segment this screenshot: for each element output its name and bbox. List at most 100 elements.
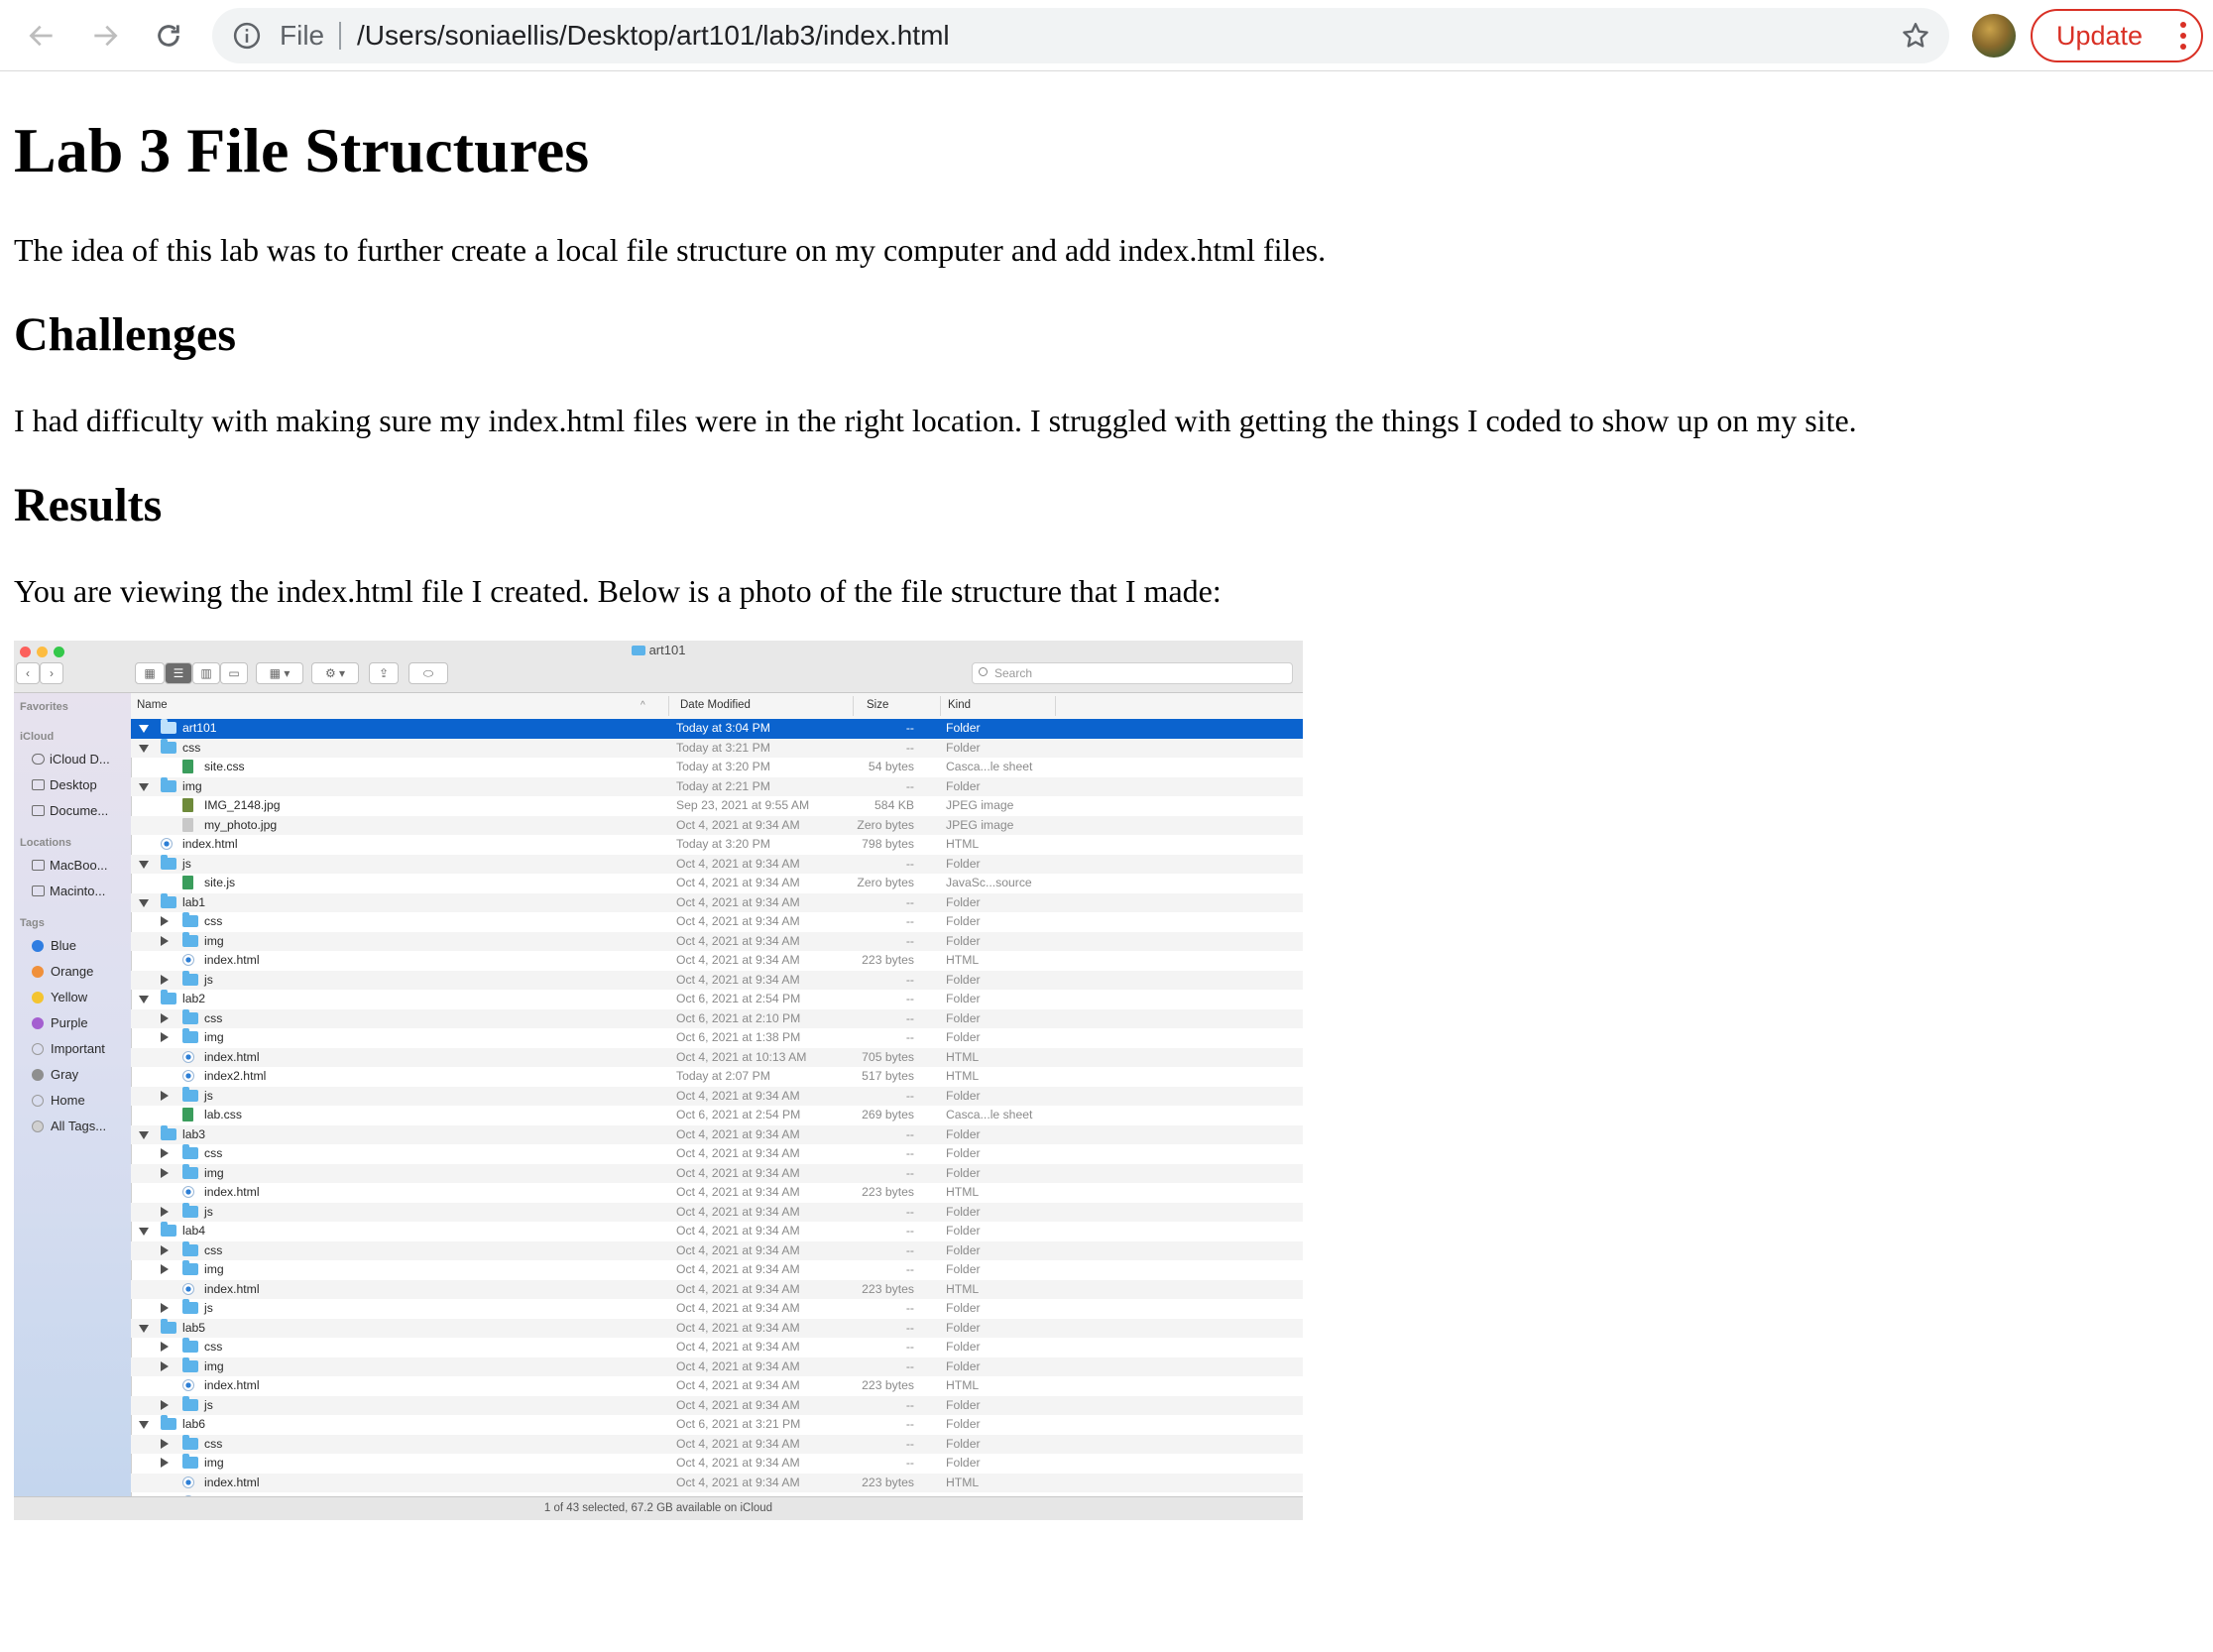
folder-icon: [182, 1163, 198, 1179]
row-name: img: [204, 1358, 224, 1373]
disclosure-open-icon: [139, 860, 149, 869]
row-size: 798 bytes: [862, 837, 914, 851]
table-row: css Oct 4, 2021 at 9:34 AM -- Folder: [131, 912, 1303, 932]
js-file-icon: [182, 876, 193, 889]
row-name: index.html: [204, 953, 260, 967]
folder-icon: [182, 1434, 198, 1450]
disclosure-open-icon: [139, 1228, 149, 1236]
row-size: --: [905, 1165, 914, 1180]
table-row: css Today at 3:21 PM -- Folder: [131, 738, 1303, 758]
row-size: --: [905, 721, 914, 735]
row-date-modified: Oct 4, 2021 at 9:34 AM: [676, 1165, 800, 1180]
info-icon[interactable]: [232, 21, 262, 51]
folder-icon: [161, 1415, 176, 1430]
folder-icon: [182, 970, 198, 986]
row-kind: Folder: [946, 1358, 981, 1373]
row-kind: HTML: [946, 1281, 980, 1296]
row-date-modified: Oct 6, 2021 at 3:21 PM: [676, 1417, 801, 1431]
tag-dot-icon: [32, 1016, 44, 1029]
profile-avatar[interactable]: [1972, 14, 2016, 58]
html-file-icon: [182, 954, 194, 966]
row-size: --: [905, 1436, 914, 1451]
row-name: lab3: [182, 1126, 206, 1141]
row-name: css: [204, 1242, 223, 1257]
sidebar-heading-icloud: iCloud: [20, 731, 55, 743]
row-size: 517 bytes: [862, 1069, 914, 1083]
row-size: --: [905, 1456, 914, 1470]
challenges-paragraph: I had difficulty with making sure my ind…: [14, 403, 1857, 438]
row-date-modified: Oct 6, 2021 at 1:38 PM: [676, 1030, 801, 1044]
row-name: site.js: [204, 876, 236, 889]
row-size: --: [905, 1262, 914, 1276]
row-kind: Folder: [946, 1320, 981, 1335]
row-kind: Folder: [946, 1126, 981, 1141]
row-kind: HTML: [946, 1475, 980, 1489]
folder-icon: [161, 738, 176, 754]
row-date-modified: Oct 4, 2021 at 9:34 AM: [676, 1397, 800, 1412]
table-row: IMG_2148.jpg Sep 23, 2021 at 9:55 AM 584 K…: [131, 796, 1303, 816]
tag-important: Important: [32, 1041, 105, 1056]
results-paragraph: You are viewing the index.html file I cr…: [14, 573, 1222, 609]
row-date-modified: Today at 3:20 PM: [676, 760, 770, 773]
tag-gray: Gray: [32, 1067, 78, 1082]
row-name: img: [204, 1262, 224, 1276]
tag-dot-icon: [32, 1120, 44, 1132]
disclosure-closed-icon: [161, 1360, 169, 1371]
row-date-modified: Oct 4, 2021 at 9:34 AM: [676, 1088, 800, 1103]
row-name: IMG_2148.jpg: [204, 798, 281, 812]
row-name: js: [204, 1204, 213, 1219]
address-url[interactable]: /Users/soniaellis/Desktop/art101/lab3/in…: [357, 8, 950, 63]
table-row: css Oct 4, 2021 at 9:34 AM -- Folder: [131, 1240, 1303, 1260]
address-separator: [339, 22, 341, 50]
row-kind: HTML: [946, 1049, 980, 1064]
folder-icon: [182, 1338, 198, 1353]
row-name: lab.css: [204, 1108, 242, 1121]
row-kind: Folder: [946, 1224, 981, 1238]
row-date-modified: Oct 4, 2021 at 9:34 AM: [676, 856, 800, 871]
disclosure-closed-icon: [161, 1342, 169, 1352]
row-size: --: [905, 972, 914, 987]
back-button[interactable]: [20, 14, 63, 58]
row-size: --: [905, 740, 914, 755]
table-row: js Oct 4, 2021 at 9:34 AM -- Folder: [131, 854, 1303, 874]
address-bar[interactable]: File /Users/soniaellis/Desktop/art101/la…: [212, 8, 1949, 63]
reload-button[interactable]: [147, 14, 190, 58]
update-button[interactable]: Update: [2031, 9, 2203, 62]
results-heading: Results: [14, 479, 163, 531]
row-date-modified: Oct 4, 2021 at 9:34 AM: [676, 1126, 800, 1141]
html-file-icon: [182, 1050, 194, 1063]
row-size: --: [905, 1204, 914, 1219]
folder-icon: [182, 1299, 198, 1314]
row-size: Zero bytes: [857, 876, 914, 889]
row-name: js: [204, 1397, 213, 1412]
group-by-icon: ▦ ▾: [256, 662, 303, 684]
search-icon: [979, 667, 988, 676]
row-name: lab5: [182, 1320, 206, 1335]
disclosure-open-icon: [139, 1130, 149, 1139]
image-file-icon: [182, 817, 193, 832]
tag-dot-icon: [32, 965, 44, 978]
table-row: js Oct 4, 2021 at 9:34 AM -- Folder: [131, 1086, 1303, 1106]
folder-icon: [161, 719, 176, 734]
row-size: --: [905, 1030, 914, 1044]
table-row: lab4 Oct 4, 2021 at 9:34 AM -- Folder: [131, 1222, 1303, 1241]
row-size: --: [905, 992, 914, 1005]
row-date-modified: Oct 4, 2021 at 9:34 AM: [676, 933, 800, 948]
table-row: img Oct 4, 2021 at 9:34 AM -- Folder: [131, 1454, 1303, 1474]
row-date-modified: Oct 6, 2021 at 2:54 PM: [676, 992, 801, 1005]
disclosure-closed-icon: [161, 1458, 169, 1468]
html-file-icon: [182, 1070, 194, 1082]
row-name: js: [182, 856, 191, 871]
folder-icon: [182, 931, 198, 947]
forward-button[interactable]: [83, 14, 127, 58]
row-name: index.html: [182, 837, 238, 851]
row-size: --: [905, 1301, 914, 1315]
reload-icon: [158, 25, 179, 47]
css-file-icon: [182, 1108, 193, 1121]
star-icon[interactable]: [1900, 20, 1931, 52]
table-row: art101 Today at 3:04 PM -- Folder: [131, 719, 1303, 739]
table-row: lab1 Oct 4, 2021 at 9:34 AM -- Folder: [131, 892, 1303, 912]
row-name: css: [204, 1340, 223, 1354]
row-name: index.html: [204, 1475, 260, 1489]
table-row: lab5 Oct 4, 2021 at 9:34 AM -- Folder: [131, 1318, 1303, 1338]
